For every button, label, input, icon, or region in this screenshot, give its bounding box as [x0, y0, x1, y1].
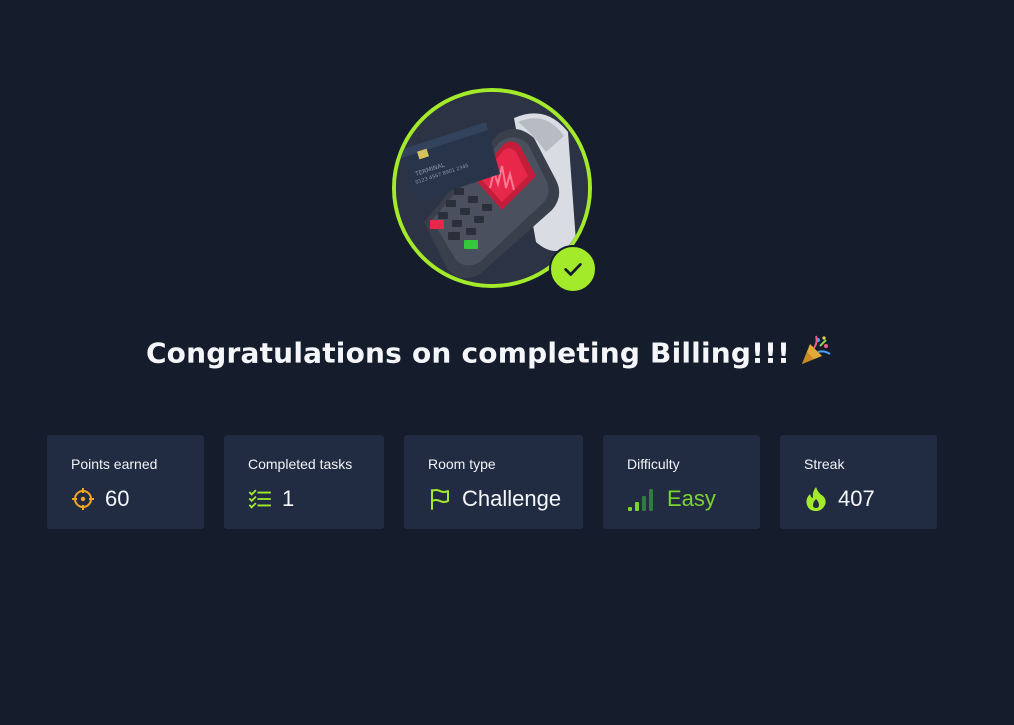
stat-value: Easy	[667, 486, 716, 511]
stat-card-difficulty: Difficulty Easy	[603, 435, 760, 529]
checklist-icon	[248, 487, 272, 511]
room-badge: TERMINAL 0123 4567 8901 2345	[392, 88, 597, 293]
stat-value: 407	[838, 486, 875, 511]
signal-bars-icon	[627, 487, 657, 511]
stat-card-room-type: Room type Challenge	[404, 435, 583, 529]
flag-icon	[428, 487, 452, 511]
stat-card-streak: Streak 407	[780, 435, 937, 529]
crosshair-icon	[71, 487, 95, 511]
flame-icon	[804, 487, 828, 511]
stat-label: Difficulty	[627, 456, 680, 472]
stat-value: 60	[105, 486, 130, 511]
party-popper-icon	[798, 334, 832, 375]
stat-card-points: Points earned 60	[47, 435, 204, 529]
stat-value: 1	[282, 486, 295, 511]
completed-check-badge	[549, 245, 597, 293]
room-completion-page: TERMINAL 0123 4567 8901 2345 Congratulat…	[0, 0, 1014, 725]
stat-value: Challenge	[462, 486, 562, 511]
completion-title-text: Congratulations on completing Billing!!!	[145, 336, 791, 370]
stat-label: Points earned	[71, 456, 158, 472]
stat-label: Streak	[804, 456, 845, 472]
stat-card-completed-tasks: Completed tasks 1	[224, 435, 384, 529]
stat-label: Room type	[428, 456, 496, 472]
stat-label: Completed tasks	[248, 456, 353, 472]
checkmark-icon	[564, 263, 582, 276]
completion-title: Congratulations on completing Billing!!!	[0, 334, 978, 375]
